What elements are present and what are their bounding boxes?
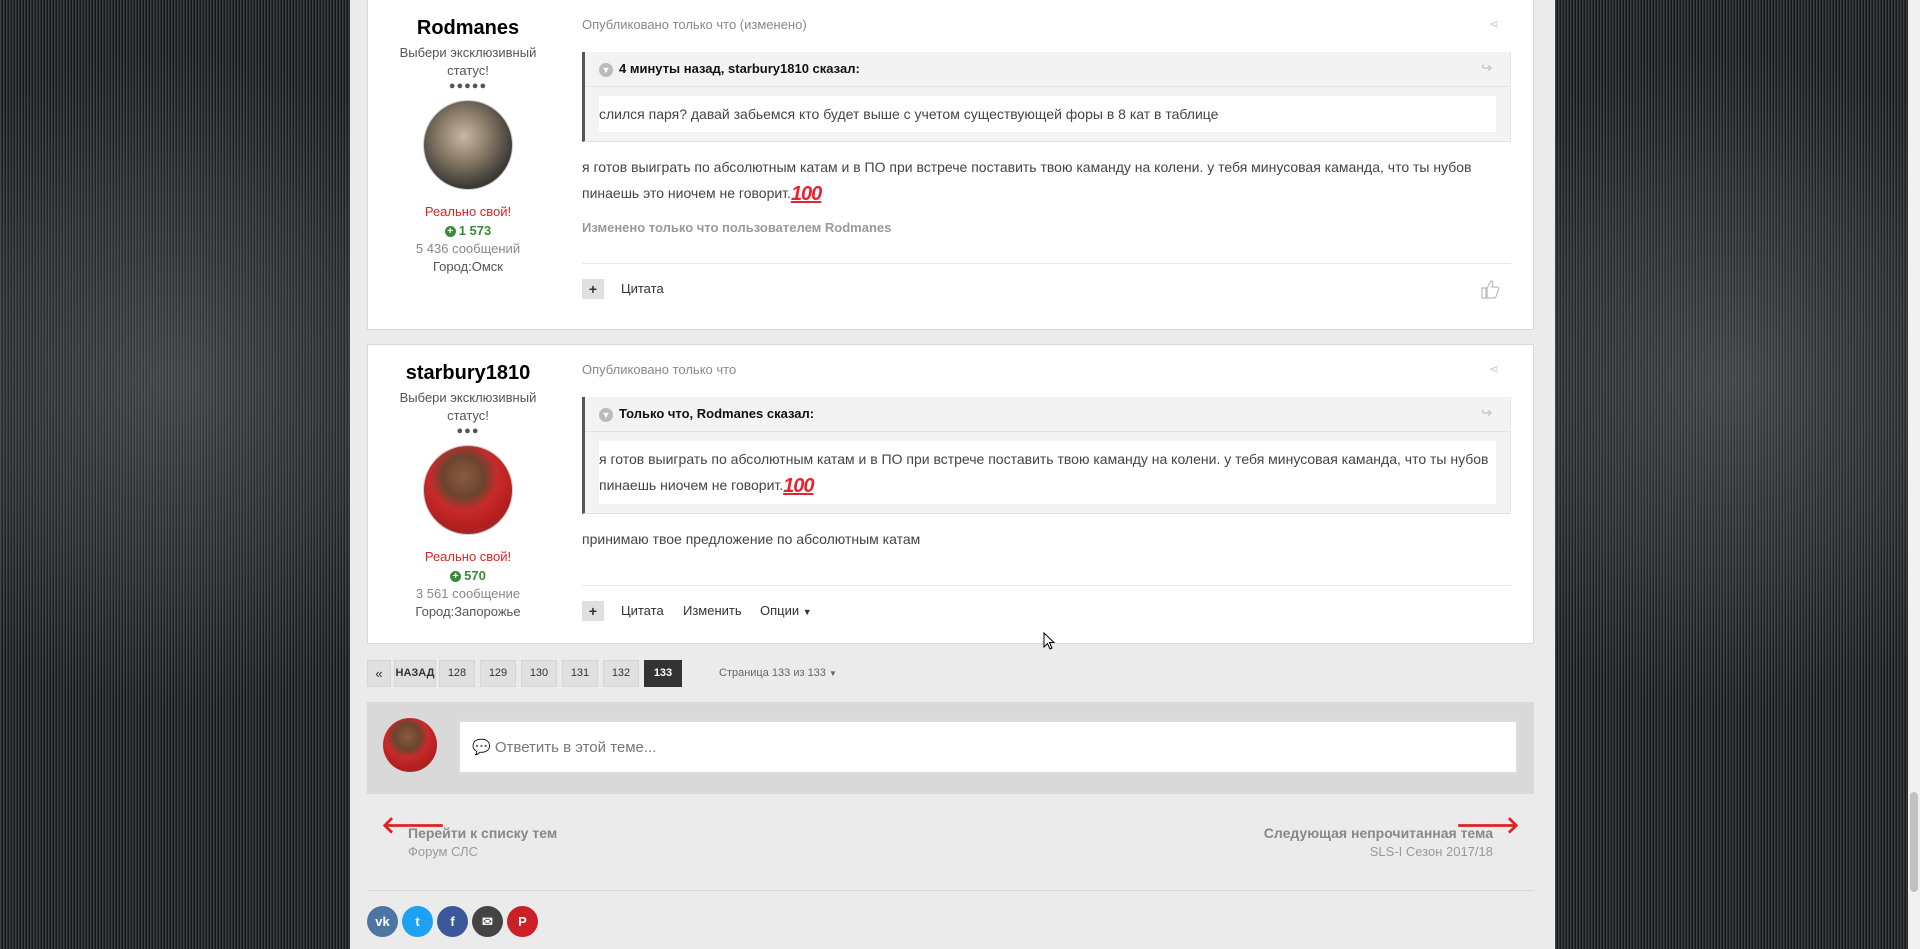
edited-note: Изменено только что пользователем Rodman… xyxy=(582,220,892,235)
next-topic-link[interactable]: Следующая непрочитанная тема SLS-I Сезон… xyxy=(1264,812,1520,859)
group-title: Реально свой! xyxy=(424,549,512,564)
reputation: +570 xyxy=(368,568,568,583)
post-controls: + Цитата Изменить Опции ▼ xyxy=(582,585,1511,630)
page-status-dropdown[interactable]: Страница 133 из 133 ▼ xyxy=(719,667,837,679)
mouse-cursor-icon xyxy=(1043,632,1055,650)
page-background-right xyxy=(1555,0,1908,949)
author-name[interactable]: Rodmanes xyxy=(368,17,568,40)
scrollbar[interactable] xyxy=(1908,0,1920,949)
post-meta[interactable]: Опубликовано только что (изменено) xyxy=(582,17,1511,32)
author-name[interactable]: starbury1810 xyxy=(368,362,568,385)
edit-button[interactable]: Изменить xyxy=(683,603,742,618)
page-link[interactable]: 128 xyxy=(439,660,475,687)
thumbs-up-icon[interactable] xyxy=(1479,278,1501,300)
arrow-right-icon: 🡒 xyxy=(1455,812,1520,839)
email-icon[interactable]: ✉ xyxy=(472,906,503,937)
post-content: Опубликовано только что (изменено) ⋖ ▼ 4 … xyxy=(582,0,1511,299)
vk-icon[interactable]: vk xyxy=(367,906,398,937)
current-page[interactable]: 133 xyxy=(644,660,682,687)
rank-dots: ●●● xyxy=(456,425,480,437)
quote-button[interactable]: Цитата xyxy=(621,603,664,618)
reply-box: 💬 Ответить в этой теме... xyxy=(367,702,1534,794)
post-controls: + Цитата xyxy=(582,263,1511,308)
post-meta[interactable]: Опубликовано только что xyxy=(582,362,1511,377)
author-city: Город:Запорожье xyxy=(415,604,521,619)
reputation-value: 1 573 xyxy=(458,223,492,238)
rank-dots: ●●●●● xyxy=(448,80,488,92)
arrow-left-icon: 🡐 xyxy=(381,812,446,839)
pinterest-icon[interactable]: P xyxy=(507,906,538,937)
post-author-panel: starbury1810 Выбери эксклюзивный статус!… xyxy=(368,345,568,619)
reputation: +1 573 xyxy=(368,223,568,238)
avatar xyxy=(383,718,437,772)
reply-placeholder: Ответить в этой теме... xyxy=(494,739,657,756)
reputation-value: 570 xyxy=(464,568,486,583)
quote-text: слился паря? давай забьемся кто будет вы… xyxy=(599,96,1496,132)
forum-post: starbury1810 Выбери эксклюзивный статус!… xyxy=(367,344,1534,644)
forum-post: Rodmanes Выбери эксклюзивный статус! ●●●… xyxy=(367,0,1534,330)
page-background-left xyxy=(0,0,350,949)
avatar[interactable] xyxy=(423,100,513,190)
caret-down-icon: ▼ xyxy=(802,607,812,617)
post-author-panel: Rodmanes Выбери эксклюзивный статус! ●●●… xyxy=(368,0,568,274)
author-title: Выбери эксклюзивный статус! xyxy=(399,390,537,423)
topic-navigation: 🡐 Перейти к списку тем Форум СЛС Следующ… xyxy=(367,800,1534,891)
page-link[interactable]: 131 xyxy=(562,660,598,687)
prev-topic-subtitle: Форум СЛС xyxy=(408,844,478,859)
share-icon[interactable]: ⋖ xyxy=(1489,17,1499,31)
post-text: я готов выиграть по абсолютным катам и в… xyxy=(582,154,1511,207)
share-icon[interactable]: ⋖ xyxy=(1489,362,1499,376)
post-tools: ⋖ xyxy=(1481,362,1499,376)
post-count: 3 561 сообщение xyxy=(415,586,521,601)
quote-block: ▼ 4 минуты назад, starbury1810 сказал: ↪ … xyxy=(582,52,1511,142)
quote-text: я готов выиграть по абсолютным катам и в… xyxy=(599,441,1496,504)
group-title: Реально свой! xyxy=(424,204,512,219)
quote-citation[interactable]: Только что, Rodmanes сказал: xyxy=(619,406,814,421)
options-label: Опции xyxy=(760,603,800,618)
page-link[interactable]: 132 xyxy=(603,660,639,687)
plus-circle-icon: + xyxy=(450,571,462,583)
post-count: 5 436 сообщений xyxy=(415,241,521,256)
chevron-down-icon[interactable]: ▼ xyxy=(599,407,613,422)
main-content: Rodmanes Выбери эксклюзивный статус! ●●●… xyxy=(350,0,1555,949)
prev-page-button[interactable]: НАЗАД xyxy=(394,660,436,687)
caret-down-icon: ▼ xyxy=(828,669,837,678)
multiquote-button[interactable]: + xyxy=(582,279,604,299)
quote-button[interactable]: Цитата xyxy=(621,281,664,296)
first-page-button[interactable]: « xyxy=(367,660,391,687)
comment-icon: 💬 xyxy=(472,739,491,756)
hundred-points-emoji: 100 xyxy=(783,475,814,497)
plus-circle-icon: + xyxy=(444,226,456,238)
post-text-body: я готов выиграть по абсолютным катам и в… xyxy=(582,159,1472,201)
facebook-icon[interactable]: f xyxy=(437,906,468,937)
author-city: Город:Омск xyxy=(432,259,503,274)
page-status-text: Страница 133 из 133 xyxy=(719,667,826,679)
quote-citation[interactable]: 4 минуты назад, starbury1810 сказал: xyxy=(619,61,860,76)
reply-input[interactable]: 💬 Ответить в этой теме... xyxy=(457,719,1519,775)
next-topic-subtitle: SLS-I Сезон 2017/18 xyxy=(1369,844,1493,859)
multiquote-button[interactable]: + xyxy=(582,601,604,621)
hundred-points-emoji: 100 xyxy=(790,183,822,205)
share-arrow-icon[interactable]: ↪ xyxy=(1481,403,1492,423)
scrollbar-thumb[interactable] xyxy=(1910,792,1918,892)
post-text: принимаю твое предложение по абсолютным … xyxy=(582,531,921,547)
options-button[interactable]: Опции ▼ xyxy=(760,603,812,618)
quote-block: ▼ Только что, Rodmanes сказал: ↪ я готов … xyxy=(582,397,1511,514)
prev-topic-link[interactable]: 🡐 Перейти к списку тем Форум СЛС xyxy=(381,812,557,859)
chevron-down-icon[interactable]: ▼ xyxy=(599,62,613,77)
quote-text-body: я готов выиграть по абсолютным катам и в… xyxy=(599,451,1489,493)
post-content: Опубликовано только что ⋖ ▼ Только что, R… xyxy=(582,345,1511,621)
share-arrow-icon[interactable]: ↪ xyxy=(1481,58,1492,78)
author-title: Выбери эксклюзивный статус! xyxy=(399,45,537,78)
quote-header: ▼ Только что, Rodmanes сказал: ↪ xyxy=(585,397,1510,432)
avatar[interactable] xyxy=(423,445,513,535)
twitter-icon[interactable]: t xyxy=(402,906,433,937)
page-link[interactable]: 130 xyxy=(521,660,557,687)
quote-header: ▼ 4 минуты назад, starbury1810 сказал: ↪ xyxy=(585,52,1510,87)
post-tools: ⋖ xyxy=(1481,17,1499,31)
page-link[interactable]: 129 xyxy=(480,660,516,687)
